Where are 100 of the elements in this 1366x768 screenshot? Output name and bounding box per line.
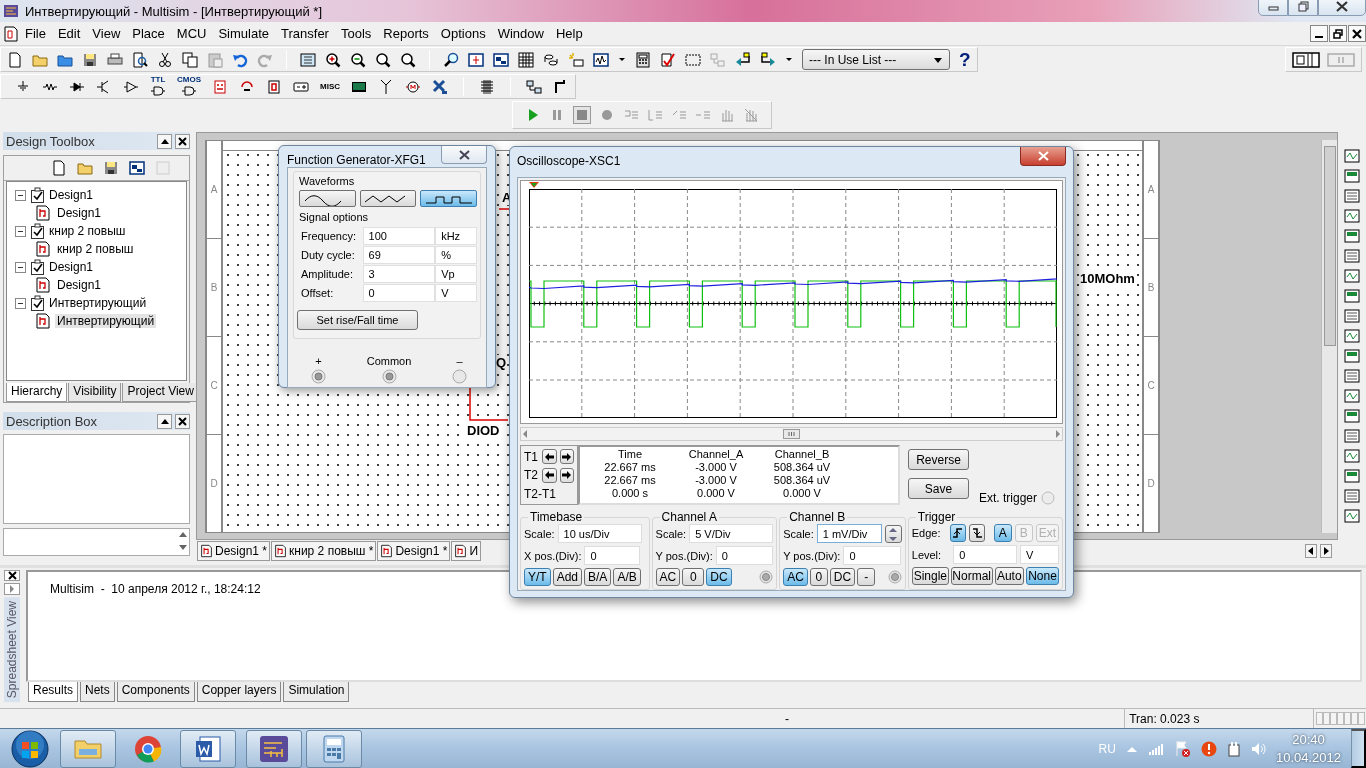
calculator-icon[interactable] [635,51,651,68]
op-amp-icon[interactable] [123,78,139,95]
flag-icon[interactable] [1173,740,1191,757]
unit-field[interactable]: % [435,245,477,264]
part-dropdown[interactable]: --- In Use List --- [802,49,950,70]
new-document-icon[interactable] [51,160,67,176]
tree-item[interactable]: Design1 [55,206,104,220]
mode-button[interactable]: AC [783,568,808,586]
search-icon[interactable] [443,51,459,68]
unit-field[interactable]: V [435,283,477,302]
vertical-scrollbar[interactable] [1321,140,1337,533]
spin-button[interactable] [884,524,902,543]
zoom-in-icon[interactable] [325,51,341,68]
tree-item[interactable]: книр 2 повыш [55,242,136,256]
waveform-button[interactable] [359,190,417,207]
panel-tab[interactable]: Visibility [68,383,122,402]
mode-button[interactable]: DC [829,568,856,586]
mode-button[interactable]: None [1026,567,1059,585]
edge-button[interactable] [969,524,986,542]
dialog-button[interactable]: Reverse [908,449,969,470]
window-icon[interactable] [493,51,509,68]
menu-item[interactable]: File [19,26,52,41]
terminal-icon[interactable] [311,369,326,384]
spark-icon[interactable] [568,51,584,68]
mode-button[interactable]: Add [552,568,583,586]
menu-item[interactable]: Tools [334,26,378,41]
waveform-button[interactable] [299,190,356,207]
mode-button[interactable]: 0 [682,568,705,586]
close-button[interactable] [175,413,190,429]
mode-button[interactable]: A [993,524,1012,542]
menu-item[interactable]: Window [491,26,550,41]
instrument-icon[interactable] [1344,328,1360,344]
instrument-icon[interactable] [1344,248,1360,264]
mode-button[interactable]: Y/T [524,568,551,586]
instrument-icon[interactable] [1344,268,1360,284]
mode-button[interactable]: A/B [613,568,641,586]
scroll-left-icon[interactable] [1305,544,1317,558]
help-button[interactable]: ? [959,48,971,71]
gate-icon[interactable] [181,83,197,98]
grid-icon[interactable] [518,51,534,68]
panel-tab[interactable]: Components [116,682,195,702]
menu-item[interactable]: MCU [170,26,213,41]
position-field[interactable]: 0 [715,546,774,565]
cut-icon[interactable] [157,51,173,68]
menu-item[interactable]: Options [434,26,492,41]
checkbox[interactable] [30,259,45,275]
gate-icon[interactable] [150,83,166,98]
close-button[interactable] [1020,147,1066,166]
mode-button[interactable]: DC [706,568,732,586]
chip-icon[interactable] [212,78,228,95]
taskbar-button[interactable] [180,729,236,768]
position-field[interactable]: 0 [843,546,902,565]
terminal-icon[interactable] [887,570,902,584]
sheet-tab[interactable]: книр 2 повыш * [271,541,377,561]
value-field[interactable]: 0 [362,283,436,302]
schematic-icon[interactable] [35,277,51,293]
cursor-right-button[interactable] [559,467,574,483]
collapse-toggle[interactable] [15,261,26,273]
instrument-icon[interactable] [1344,448,1360,464]
terminal-icon[interactable] [381,369,397,384]
value-field[interactable]: 3 [362,264,436,283]
instrument-icon[interactable] [1344,288,1360,304]
new-document-icon[interactable] [7,51,23,68]
panel-tab[interactable]: Hierarchy [6,383,68,402]
collapse-toggle[interactable] [15,189,26,201]
instrument-icon[interactable] [1344,368,1360,384]
scroll-right-icon[interactable] [1320,544,1332,558]
close-button[interactable] [441,146,487,164]
menu-item[interactable]: Help [549,26,589,41]
zoom-icon[interactable] [375,51,391,68]
cursor-marker-icon[interactable] [529,182,539,189]
close-button[interactable] [1348,25,1366,42]
schematic-icon[interactable] [35,241,51,257]
schematic-icon[interactable] [454,544,468,558]
mode-button[interactable]: B/A [584,568,612,586]
back-arrow-icon[interactable] [735,51,751,68]
value-field[interactable]: 100 [362,226,436,245]
stop-button[interactable] [573,106,591,124]
mode-button[interactable]: Auto [994,567,1024,585]
print-icon[interactable] [107,51,123,68]
sheet-tab[interactable]: И [451,541,482,561]
tree-item[interactable]: книр 2 повыш [49,224,126,238]
zoom-out-icon[interactable] [350,51,366,68]
close-button[interactable] [1318,0,1366,16]
scale-field[interactable]: 5 V/Div [689,524,774,543]
zoom-icon[interactable] [400,51,416,68]
logic-gate-button[interactable]: TTL [150,75,166,98]
schematic-icon[interactable] [35,205,51,221]
checkbox[interactable] [30,187,45,203]
instrument-icon[interactable] [1344,168,1360,184]
panel-tab[interactable]: Nets [80,682,115,702]
power-plug-icon[interactable] [1226,740,1241,757]
restore-button[interactable] [1329,25,1347,42]
mode-button[interactable]: - [857,568,876,586]
close-button[interactable] [175,133,190,149]
close-button[interactable] [4,570,20,581]
scale-field[interactable]: 1 mV/Div [816,524,882,543]
panel-tab[interactable]: Simulation [283,682,350,702]
menu-item[interactable]: Simulate [212,26,276,41]
schematic-icon[interactable] [200,544,213,558]
